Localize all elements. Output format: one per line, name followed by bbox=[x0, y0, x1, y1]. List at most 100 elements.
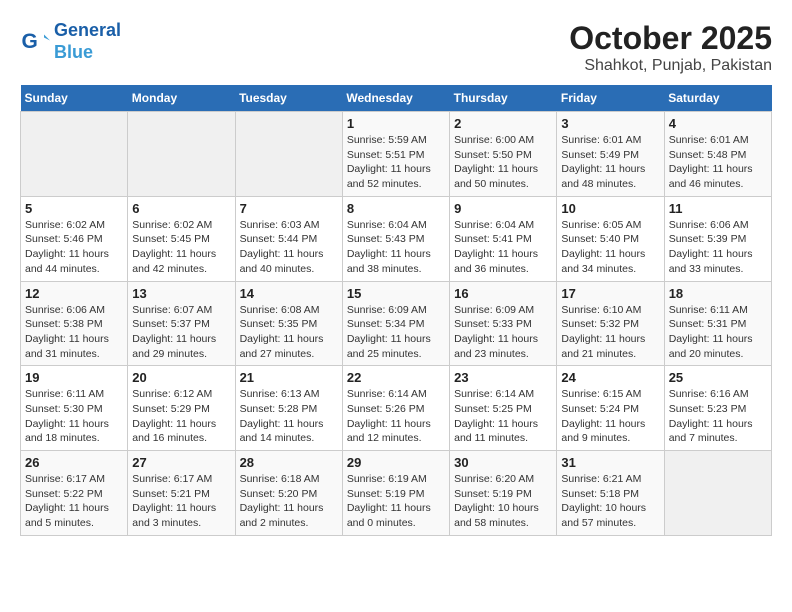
calendar-cell: 15Sunrise: 6:09 AM Sunset: 5:34 PM Dayli… bbox=[342, 281, 449, 366]
weekday-header: Monday bbox=[128, 85, 235, 112]
calendar-cell: 21 Sunrise: 6:13 AM Sunset: 5:28 PM Dayli… bbox=[235, 366, 342, 451]
calendar-title: October 2025 bbox=[569, 20, 772, 57]
day-number: 8 bbox=[347, 201, 445, 216]
logo: G General Blue bbox=[20, 20, 121, 63]
day-number: 14 bbox=[240, 286, 338, 301]
day-number: 23 bbox=[454, 370, 552, 385]
day-number: 13 bbox=[132, 286, 230, 301]
calendar-cell: 25Sunrise: 6:16 AM Sunset: 5:23 PM Dayli… bbox=[664, 366, 771, 451]
calendar-cell: 31Sunrise: 6:21 AM Sunset: 5:18 PM Dayli… bbox=[557, 451, 664, 536]
day-info: Sunrise: 6:04 AM Sunset: 5:41 PM Dayligh… bbox=[454, 218, 552, 277]
day-number: 30 bbox=[454, 455, 552, 470]
calendar-cell: 16Sunrise: 6:09 AM Sunset: 5:33 PM Dayli… bbox=[450, 281, 557, 366]
weekday-header: Friday bbox=[557, 85, 664, 112]
day-number: 22 bbox=[347, 370, 445, 385]
day-number: 2 bbox=[454, 116, 552, 131]
day-number: 11 bbox=[669, 201, 767, 216]
calendar-week: 1 Sunrise: 5:59 AM Sunset: 5:51 PM Daylig… bbox=[21, 112, 772, 197]
day-info: Sunrise: 6:00 AM Sunset: 5:50 PM Dayligh… bbox=[454, 133, 552, 192]
day-info: Sunrise: 6:17 AM Sunset: 5:21 PM Dayligh… bbox=[132, 472, 230, 531]
calendar-cell bbox=[128, 112, 235, 197]
day-info: Sunrise: 6:11 AM Sunset: 5:31 PM Dayligh… bbox=[669, 303, 767, 362]
calendar-cell: 28 Sunrise: 6:18 AM Sunset: 5:20 PM Dayli… bbox=[235, 451, 342, 536]
calendar-cell bbox=[664, 451, 771, 536]
day-number: 18 bbox=[669, 286, 767, 301]
day-number: 21 bbox=[240, 370, 338, 385]
day-info: Sunrise: 6:14 AM Sunset: 5:26 PM Dayligh… bbox=[347, 387, 445, 446]
calendar-table: SundayMondayTuesdayWednesdayThursdayFrid… bbox=[20, 85, 772, 536]
calendar-week: 19 Sunrise: 6:11 AM Sunset: 5:30 PM Dayli… bbox=[21, 366, 772, 451]
calendar-cell: 17 Sunrise: 6:10 AM Sunset: 5:32 PM Dayli… bbox=[557, 281, 664, 366]
calendar-week: 5 Sunrise: 6:02 AM Sunset: 5:46 PM Daylig… bbox=[21, 196, 772, 281]
day-number: 31 bbox=[561, 455, 659, 470]
day-number: 12 bbox=[25, 286, 123, 301]
day-number: 16 bbox=[454, 286, 552, 301]
calendar-cell: 27 Sunrise: 6:17 AM Sunset: 5:21 PM Dayli… bbox=[128, 451, 235, 536]
calendar-week: 12 Sunrise: 6:06 AM Sunset: 5:38 PM Dayli… bbox=[21, 281, 772, 366]
day-number: 26 bbox=[25, 455, 123, 470]
day-info: Sunrise: 6:15 AM Sunset: 5:24 PM Dayligh… bbox=[561, 387, 659, 446]
day-info: Sunrise: 6:20 AM Sunset: 5:19 PM Dayligh… bbox=[454, 472, 552, 531]
day-number: 4 bbox=[669, 116, 767, 131]
day-number: 19 bbox=[25, 370, 123, 385]
calendar-cell: 11 Sunrise: 6:06 AM Sunset: 5:39 PM Dayli… bbox=[664, 196, 771, 281]
day-number: 27 bbox=[132, 455, 230, 470]
calendar-cell: 13 Sunrise: 6:07 AM Sunset: 5:37 PM Dayli… bbox=[128, 281, 235, 366]
day-info: Sunrise: 6:06 AM Sunset: 5:38 PM Dayligh… bbox=[25, 303, 123, 362]
weekday-header: Tuesday bbox=[235, 85, 342, 112]
weekday-header: Sunday bbox=[21, 85, 128, 112]
logo-icon: G bbox=[20, 27, 50, 57]
day-info: Sunrise: 5:59 AM Sunset: 5:51 PM Dayligh… bbox=[347, 133, 445, 192]
calendar-cell: 6 Sunrise: 6:02 AM Sunset: 5:45 PM Daylig… bbox=[128, 196, 235, 281]
day-number: 25 bbox=[669, 370, 767, 385]
weekday-header: Thursday bbox=[450, 85, 557, 112]
calendar-cell: 23 Sunrise: 6:14 AM Sunset: 5:25 PM Dayli… bbox=[450, 366, 557, 451]
calendar-cell bbox=[21, 112, 128, 197]
day-number: 9 bbox=[454, 201, 552, 216]
day-info: Sunrise: 6:05 AM Sunset: 5:40 PM Dayligh… bbox=[561, 218, 659, 277]
day-info: Sunrise: 6:01 AM Sunset: 5:48 PM Dayligh… bbox=[669, 133, 767, 192]
weekday-header: Saturday bbox=[664, 85, 771, 112]
calendar-cell: 4 Sunrise: 6:01 AM Sunset: 5:48 PM Daylig… bbox=[664, 112, 771, 197]
day-number: 28 bbox=[240, 455, 338, 470]
calendar-cell: 1 Sunrise: 5:59 AM Sunset: 5:51 PM Daylig… bbox=[342, 112, 449, 197]
calendar-cell bbox=[235, 112, 342, 197]
day-info: Sunrise: 6:14 AM Sunset: 5:25 PM Dayligh… bbox=[454, 387, 552, 446]
calendar-cell: 30 Sunrise: 6:20 AM Sunset: 5:19 PM Dayli… bbox=[450, 451, 557, 536]
day-info: Sunrise: 6:01 AM Sunset: 5:49 PM Dayligh… bbox=[561, 133, 659, 192]
day-number: 1 bbox=[347, 116, 445, 131]
day-info: Sunrise: 6:06 AM Sunset: 5:39 PM Dayligh… bbox=[669, 218, 767, 277]
day-info: Sunrise: 6:19 AM Sunset: 5:19 PM Dayligh… bbox=[347, 472, 445, 531]
day-number: 29 bbox=[347, 455, 445, 470]
calendar-cell: 22 Sunrise: 6:14 AM Sunset: 5:26 PM Dayli… bbox=[342, 366, 449, 451]
day-number: 3 bbox=[561, 116, 659, 131]
page-header: G General Blue October 2025 Shahkot, Pun… bbox=[20, 20, 772, 75]
logo-text: General Blue bbox=[54, 20, 121, 63]
day-info: Sunrise: 6:11 AM Sunset: 5:30 PM Dayligh… bbox=[25, 387, 123, 446]
day-info: Sunrise: 6:18 AM Sunset: 5:20 PM Dayligh… bbox=[240, 472, 338, 531]
calendar-cell: 5 Sunrise: 6:02 AM Sunset: 5:46 PM Daylig… bbox=[21, 196, 128, 281]
logo-line2: Blue bbox=[54, 42, 93, 62]
day-info: Sunrise: 6:09 AM Sunset: 5:34 PM Dayligh… bbox=[347, 303, 445, 362]
svg-text:G: G bbox=[22, 30, 38, 53]
day-info: Sunrise: 6:17 AM Sunset: 5:22 PM Dayligh… bbox=[25, 472, 123, 531]
day-info: Sunrise: 6:13 AM Sunset: 5:28 PM Dayligh… bbox=[240, 387, 338, 446]
weekday-header: Wednesday bbox=[342, 85, 449, 112]
day-info: Sunrise: 6:03 AM Sunset: 5:44 PM Dayligh… bbox=[240, 218, 338, 277]
calendar-cell: 26 Sunrise: 6:17 AM Sunset: 5:22 PM Dayli… bbox=[21, 451, 128, 536]
calendar-cell: 24Sunrise: 6:15 AM Sunset: 5:24 PM Dayli… bbox=[557, 366, 664, 451]
day-number: 17 bbox=[561, 286, 659, 301]
calendar-header: SundayMondayTuesdayWednesdayThursdayFrid… bbox=[21, 85, 772, 112]
day-number: 6 bbox=[132, 201, 230, 216]
day-info: Sunrise: 6:02 AM Sunset: 5:46 PM Dayligh… bbox=[25, 218, 123, 277]
logo-line1: General bbox=[54, 20, 121, 40]
calendar-cell: 8 Sunrise: 6:04 AM Sunset: 5:43 PM Daylig… bbox=[342, 196, 449, 281]
calendar-cell: 12 Sunrise: 6:06 AM Sunset: 5:38 PM Dayli… bbox=[21, 281, 128, 366]
day-info: Sunrise: 6:04 AM Sunset: 5:43 PM Dayligh… bbox=[347, 218, 445, 277]
day-info: Sunrise: 6:07 AM Sunset: 5:37 PM Dayligh… bbox=[132, 303, 230, 362]
calendar-cell: 2 Sunrise: 6:00 AM Sunset: 5:50 PM Daylig… bbox=[450, 112, 557, 197]
day-info: Sunrise: 6:10 AM Sunset: 5:32 PM Dayligh… bbox=[561, 303, 659, 362]
day-info: Sunrise: 6:02 AM Sunset: 5:45 PM Dayligh… bbox=[132, 218, 230, 277]
day-number: 5 bbox=[25, 201, 123, 216]
calendar-cell: 19 Sunrise: 6:11 AM Sunset: 5:30 PM Dayli… bbox=[21, 366, 128, 451]
